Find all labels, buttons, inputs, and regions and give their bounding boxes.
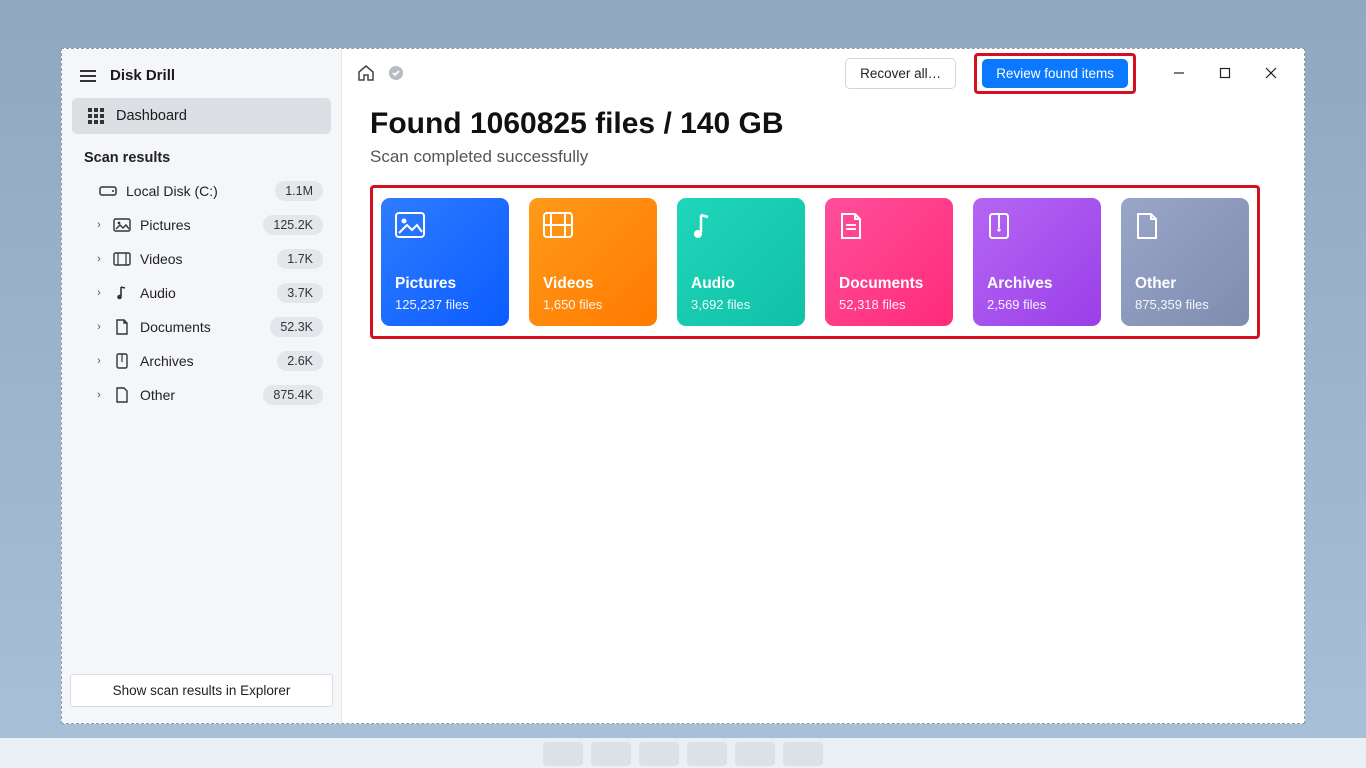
tree-label: Local Disk (C:) [126,183,275,199]
sidebar-body: Dashboard Scan results Local Disk (C:) 1… [62,98,341,666]
main-pane: Recover all… Review found items Found 10… [342,49,1304,723]
app-window: Disk Drill Dashboard Scan results Local … [61,48,1305,724]
count-badge: 52.3K [270,317,323,337]
show-in-explorer-button[interactable]: Show scan results in Explorer [70,674,333,707]
taskbar-item[interactable] [783,742,823,766]
file-icon [110,387,134,403]
taskbar-item[interactable] [735,742,775,766]
tree-item-documents[interactable]: › Documents 52.3K [84,310,333,344]
card-title: Audio [691,275,791,293]
sidebar-item-dashboard[interactable]: Dashboard [72,98,331,134]
content-area: Found 1060825 files / 140 GB Scan comple… [342,97,1304,349]
tree-label: Videos [140,251,277,267]
taskbar-item[interactable] [687,742,727,766]
category-cards: Pictures 125,237 files Videos 1,650 file… [381,198,1249,326]
scan-status: Scan completed successfully [370,147,1276,167]
chevron-right-icon: › [88,389,110,401]
count-badge: 3.7K [277,283,323,303]
card-title: Documents [839,275,939,293]
count-badge: 875.4K [263,385,323,405]
chevron-right-icon: › [88,355,110,367]
check-badge-icon[interactable] [386,63,406,83]
music-note-icon [691,212,791,252]
tree-item-videos[interactable]: › Videos 1.7K [84,242,333,276]
chevron-right-icon: › [88,321,110,333]
count-badge: 1.1M [275,181,323,201]
titlebar: Recover all… Review found items [342,49,1304,97]
chevron-right-icon: › [88,253,110,265]
card-count: 2,569 files [987,297,1087,312]
tree-label: Audio [140,285,277,301]
count-badge: 125.2K [263,215,323,235]
minimize-button[interactable] [1156,57,1202,89]
card-count: 52,318 files [839,297,939,312]
cards-highlight: Pictures 125,237 files Videos 1,650 file… [370,185,1260,339]
taskbar-item[interactable] [591,742,631,766]
home-icon[interactable] [356,63,376,83]
card-archives[interactable]: Archives 2,569 files [973,198,1101,326]
taskbar-item[interactable] [639,742,679,766]
review-found-items-button[interactable]: Review found items [982,59,1128,88]
close-button[interactable] [1248,57,1294,89]
card-count: 1,650 files [543,297,643,312]
window-controls [1156,57,1294,89]
tree-item-other[interactable]: › Other 875.4K [84,378,333,412]
archive-icon [110,353,134,369]
card-title: Videos [543,275,643,293]
card-title: Other [1135,275,1235,293]
tree-label: Documents [140,319,270,335]
sidebar: Disk Drill Dashboard Scan results Local … [62,49,342,723]
app-title: Disk Drill [110,67,175,84]
tree-item-local-disk[interactable]: Local Disk (C:) 1.1M [70,174,333,208]
music-note-icon [110,285,134,301]
dashboard-label: Dashboard [116,108,187,124]
file-icon [1135,212,1235,252]
taskbar[interactable] [0,738,1366,768]
card-pictures[interactable]: Pictures 125,237 files [381,198,509,326]
card-videos[interactable]: Videos 1,650 files [529,198,657,326]
image-icon [395,212,495,252]
card-other[interactable]: Other 875,359 files [1121,198,1249,326]
card-title: Archives [987,275,1087,293]
scan-results-heading: Scan results [70,144,333,174]
review-highlight: Review found items [974,53,1136,94]
card-audio[interactable]: Audio 3,692 files [677,198,805,326]
tree-item-archives[interactable]: › Archives 2.6K [84,344,333,378]
sidebar-header: Disk Drill [62,57,341,98]
taskbar-item[interactable] [543,742,583,766]
document-icon [110,319,134,335]
tree-label: Pictures [140,217,263,233]
film-icon [543,212,643,252]
grid-icon [88,108,104,124]
tree-label: Other [140,387,263,403]
menu-icon[interactable] [80,70,96,82]
film-icon [110,252,134,266]
tree-item-pictures[interactable]: › Pictures 125.2K [84,208,333,242]
found-headline: Found 1060825 files / 140 GB [370,107,1276,141]
count-badge: 1.7K [277,249,323,269]
chevron-right-icon: › [88,219,110,231]
archive-icon [987,212,1087,252]
tree-children: › Pictures 125.2K › Videos 1.7K › [70,208,333,412]
document-icon [839,212,939,252]
disk-icon [96,184,120,198]
chevron-right-icon: › [88,287,110,299]
tree-item-audio[interactable]: › Audio 3.7K [84,276,333,310]
sidebar-footer: Show scan results in Explorer [62,666,341,715]
card-count: 875,359 files [1135,297,1235,312]
card-title: Pictures [395,275,495,293]
count-badge: 2.6K [277,351,323,371]
card-count: 3,692 files [691,297,791,312]
card-documents[interactable]: Documents 52,318 files [825,198,953,326]
image-icon [110,218,134,232]
recover-all-button[interactable]: Recover all… [845,58,956,89]
card-count: 125,237 files [395,297,495,312]
maximize-button[interactable] [1202,57,1248,89]
tree-label: Archives [140,353,277,369]
